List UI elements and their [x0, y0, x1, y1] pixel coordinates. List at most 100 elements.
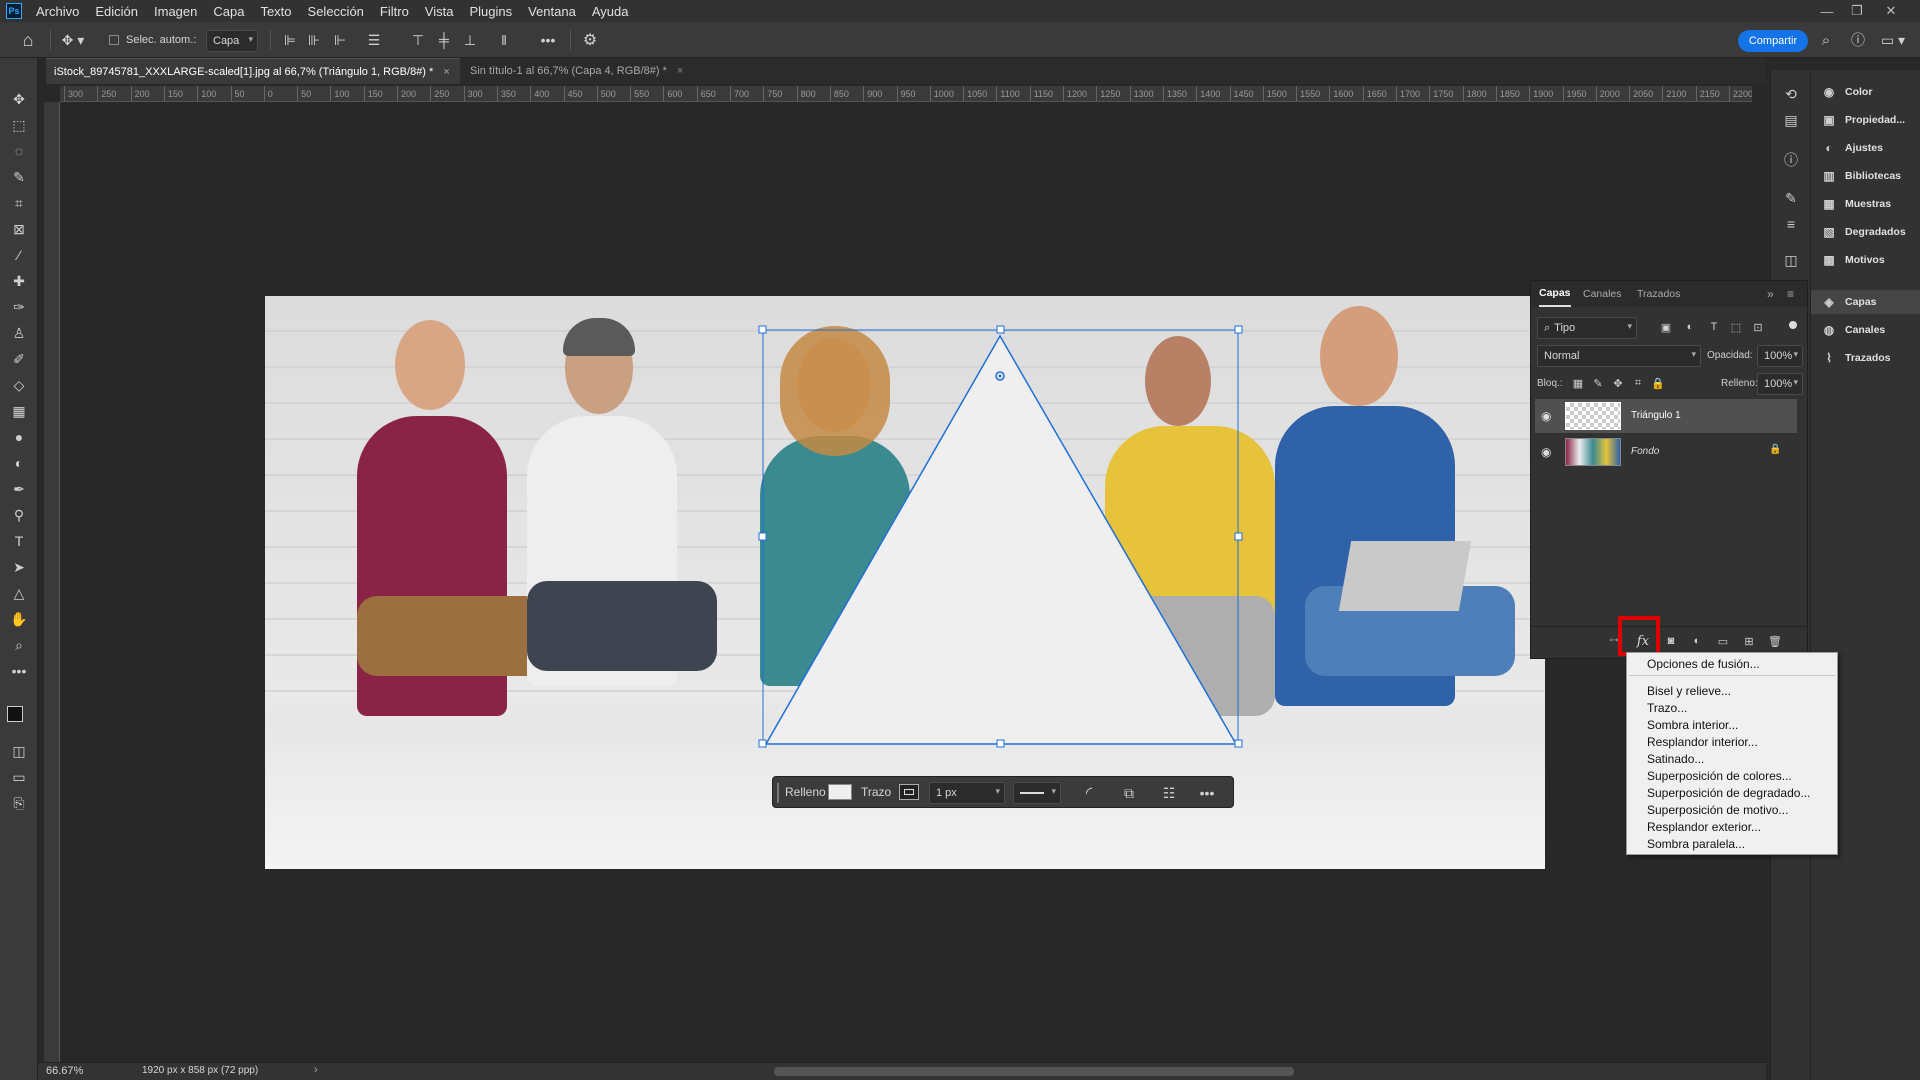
panel-menu-icon[interactable]: ≡ [1787, 287, 1794, 301]
menu-ventana[interactable]: Ventana [520, 4, 584, 19]
more-options-icon[interactable]: ••• [1197, 783, 1217, 803]
filter-toggle[interactable] [1789, 321, 1797, 329]
align-middle-icon[interactable]: ╪ [436, 30, 452, 50]
opacity-field[interactable]: 100% ▾ [1757, 345, 1803, 367]
menu-texto[interactable]: Texto [252, 4, 299, 19]
marquee-tool-icon[interactable]: ⬚ [8, 114, 30, 136]
move-tool-icon[interactable]: ✥ [8, 88, 30, 110]
crop-tool-icon[interactable]: ⌗ [8, 192, 30, 214]
filter-smart-object-icon[interactable]: ⊡ [1751, 317, 1765, 337]
distribute-vertical-icon[interactable]: ‖ [496, 30, 512, 50]
menu-item-satin[interactable]: Satinado... [1647, 752, 1704, 766]
share-screen-icon[interactable]: ⎘ [8, 792, 30, 814]
search-icon[interactable]: ⌕ [1816, 30, 1836, 50]
panel-properties[interactable]: ▣ Propiedad... [1811, 108, 1920, 132]
brush-tool-icon[interactable]: ✑ [8, 296, 30, 318]
stroke-width-field[interactable]: 1 px ▾ [929, 782, 1005, 804]
delete-layer-icon[interactable]: 🗑 [1767, 631, 1783, 651]
restore-icon[interactable]: ❐ [1842, 0, 1872, 22]
eyedropper-tool-icon[interactable]: ⁄ [8, 244, 30, 266]
lock-artboard-icon[interactable]: ⌗ [1631, 373, 1645, 393]
layer-row-triangulo[interactable]: ◉ Triángulo 1 [1535, 399, 1797, 433]
lasso-tool-icon[interactable]: ◌ [8, 140, 30, 162]
zoom-detail-icon[interactable]: ⚲ [8, 504, 30, 526]
gradient-tool-icon[interactable]: ▦ [8, 400, 30, 422]
stroke-swatch[interactable] [899, 784, 919, 800]
history-brush-icon[interactable]: ✐ [8, 348, 30, 370]
tab-document-1[interactable]: iStock_89745781_XXXLARGE-scaled[1].jpg a… [46, 58, 460, 84]
blend-mode-dropdown[interactable]: Normal ▾ [1537, 345, 1701, 367]
zoom-tool-icon[interactable]: ⌕ [8, 634, 30, 656]
lock-position-icon[interactable]: ✥ [1611, 373, 1625, 393]
filter-shape-icon[interactable]: ⬚ [1729, 317, 1743, 337]
visibility-eye-icon[interactable]: ◉ [1541, 409, 1551, 423]
menu-item-pattern-overlay[interactable]: Superposición de motivo... [1647, 803, 1788, 817]
status-menu-chevron-icon[interactable]: › [314, 1064, 318, 1076]
distribute-icon[interactable]: ☰ [366, 30, 382, 50]
menu-filtro[interactable]: Filtro [372, 4, 417, 19]
lock-all-icon[interactable]: 🔒 [1651, 373, 1665, 393]
align-top-icon[interactable]: ⊤ [410, 30, 426, 50]
menu-item-gradient-overlay[interactable]: Superposición de degradado... [1647, 786, 1810, 800]
panel-patterns[interactable]: ▩ Motivos [1811, 248, 1920, 272]
frame-tool-icon[interactable]: ⊠ [8, 218, 30, 240]
panel-swatches[interactable]: ▦ Muestras [1811, 192, 1920, 216]
menu-item-bevel-emboss[interactable]: Bisel y relieve... [1647, 684, 1731, 698]
path-select-tool-icon[interactable]: ➤ [8, 556, 30, 578]
menu-ayuda[interactable]: Ayuda [584, 4, 637, 19]
panel-libraries[interactable]: ▥ Bibliotecas [1811, 164, 1920, 188]
shape-tool-icon[interactable]: △ [8, 582, 30, 604]
menu-seleccion[interactable]: Selección [300, 4, 372, 19]
share-button[interactable]: Compartir [1738, 30, 1808, 52]
tab-capas[interactable]: Capas [1539, 281, 1571, 307]
panel-adjustments[interactable]: ◐ Ajustes [1811, 136, 1920, 160]
add-mask-icon[interactable]: ◙ [1663, 631, 1679, 651]
new-layer-icon[interactable]: ⊞ [1741, 631, 1757, 651]
align-center-icon[interactable]: ⊪ [306, 30, 322, 50]
menu-item-inner-shadow[interactable]: Sombra interior... [1647, 718, 1738, 732]
glyphs-icon[interactable]: ◫ [1781, 250, 1801, 270]
minimize-icon[interactable]: — [1812, 0, 1842, 22]
home-icon[interactable]: ⌂ [16, 30, 40, 50]
layer-name[interactable]: Fondo [1631, 446, 1659, 457]
lock-transparency-icon[interactable]: ▦ [1571, 373, 1585, 393]
auto-select-checkbox[interactable] [108, 30, 120, 50]
corner-radius-icon[interactable]: ◜ [1079, 783, 1099, 803]
workspace-icon[interactable]: ▭ ▾ [1878, 30, 1908, 50]
menu-imagen[interactable]: Imagen [146, 4, 205, 19]
panel-paths[interactable]: ⌇ Trazados [1811, 346, 1920, 370]
align-left-icon[interactable]: ⊫ [282, 30, 298, 50]
settings-gear-icon[interactable]: ⚙ [580, 30, 600, 50]
more-options-icon[interactable]: ••• [538, 30, 558, 50]
comments-icon[interactable]: ▤ [1781, 110, 1801, 130]
panel-gradients[interactable]: ▧ Degradados [1811, 220, 1920, 244]
blur-tool-icon[interactable]: ● [8, 426, 30, 448]
layer-filter-dropdown[interactable]: ⌕ Tipo ▾ [1537, 317, 1637, 339]
tab-trazados[interactable]: Trazados [1637, 281, 1680, 307]
new-group-icon[interactable]: ▭ [1715, 631, 1731, 651]
brush-settings-icon[interactable]: ✎ [1781, 188, 1801, 208]
screen-mode-icon[interactable]: ▭ [8, 766, 30, 788]
dodge-tool-icon[interactable]: ◐ [8, 452, 30, 474]
filter-type-icon[interactable]: T [1707, 317, 1721, 337]
stroke-type-dropdown[interactable]: ▾ [1013, 782, 1061, 804]
menu-plugins[interactable]: Plugins [461, 4, 520, 19]
layer-row-fondo[interactable]: ◉ Fondo 🔒 [1535, 435, 1797, 469]
collapse-panel-icon[interactable]: » [1767, 287, 1774, 301]
type-tool-icon[interactable]: T [8, 530, 30, 552]
fill-swatch[interactable] [828, 784, 852, 800]
more-tools-icon[interactable]: ••• [8, 660, 30, 682]
stamp-tool-icon[interactable]: ♙ [8, 322, 30, 344]
menu-item-outer-glow[interactable]: Resplandor exterior... [1647, 820, 1761, 834]
filter-pixel-icon[interactable]: ▣ [1659, 317, 1673, 337]
hand-tool-icon[interactable]: ✋ [8, 608, 30, 630]
horizontal-scrollbar[interactable] [774, 1067, 1294, 1076]
panel-layers[interactable]: ◈ Capas [1811, 290, 1920, 314]
foreground-color-swatch[interactable] [7, 706, 23, 722]
paragraph-icon[interactable]: ≡ [1781, 214, 1801, 234]
move-tool-icon[interactable]: ✥ ▾ [58, 30, 88, 50]
fill-field[interactable]: 100% ▾ [1757, 373, 1803, 395]
visibility-eye-icon[interactable]: ◉ [1541, 445, 1551, 459]
close-icon[interactable]: ✕ [1876, 0, 1906, 22]
panel-channels[interactable]: ◍ Canales [1811, 318, 1920, 342]
